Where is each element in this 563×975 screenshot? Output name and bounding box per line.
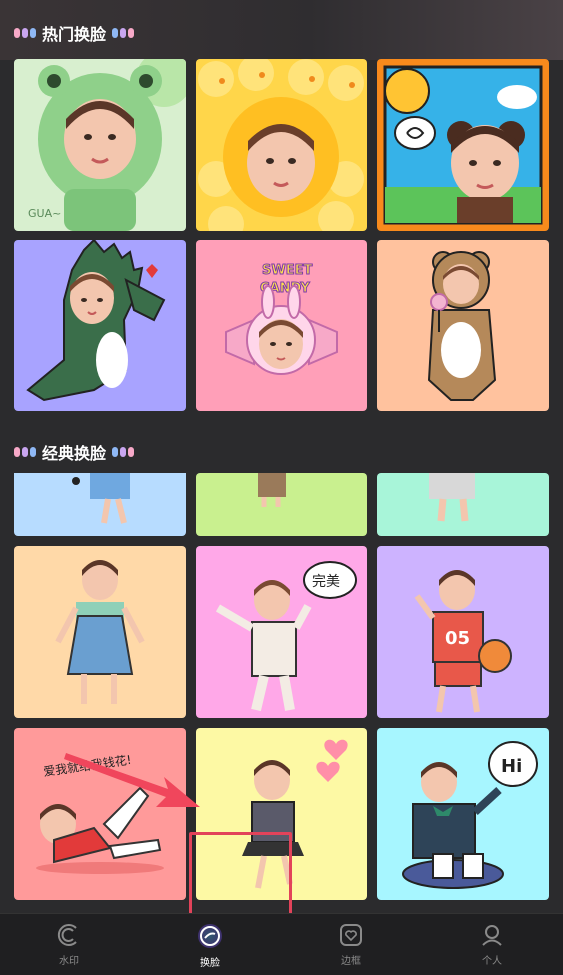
bottom-nav: 水印 换脸 边框 个人 [0,913,563,975]
title-decoration-right [112,28,135,38]
classic-grid[interactable]: 完美 05 爱我就给我钱花! Hi [0,473,563,913]
hot-item-frog[interactable]: GUA~ [14,59,186,231]
nav-label-profile: 个人 [482,956,502,967]
person-icon [482,925,502,946]
watermark-icon [57,924,77,946]
nav-item-frame[interactable]: 边框 [311,922,391,975]
title-decoration-left [14,447,36,457]
nav-item-profile[interactable]: 个人 [452,922,532,975]
nav-label-watermark: 水印 [59,956,79,967]
classic-item-school-girl[interactable] [196,728,367,900]
bubble-text-perfect: 完美 [312,574,340,590]
hot-item-bear-comic[interactable] [377,59,549,231]
nav-item-face-swap[interactable]: 换脸 [170,922,250,975]
title-decoration-left [14,28,36,38]
bubble-text-hi: Hi [501,756,522,777]
hot-item-duck[interactable] [196,59,367,231]
svg-text:GUA~: GUA~ [28,207,61,220]
title-decoration-right [112,447,135,457]
classic-item-partial-mint[interactable] [377,473,549,536]
hot-item-dinosaur[interactable] [14,240,186,411]
classic-section-label: 经典换脸 [42,444,107,463]
nav-item-watermark[interactable]: 水印 [29,922,109,975]
classic-item-rich-lying[interactable]: 爱我就给我钱花! [14,728,186,900]
classic-item-partial-green[interactable] [196,473,367,536]
jersey-number: 05 [445,628,470,649]
classic-item-perfect-boy[interactable]: 完美 [196,546,367,718]
classic-item-basketball[interactable]: 05 [377,546,549,718]
hot-item-sweet-candy[interactable]: SWEET CANDY [196,240,367,411]
hot-section-title: 热门换脸 [14,18,135,48]
classic-item-partial-blue[interactable] [14,473,186,536]
classic-item-hi-boy[interactable]: Hi [377,728,549,900]
hot-section-label: 热门换脸 [42,25,107,44]
nav-label-frame: 边框 [341,956,361,967]
heart-frame-icon [340,924,362,946]
classic-item-overalls-girl[interactable] [14,546,186,718]
classic-section-title: 经典换脸 [14,437,135,467]
hot-item-bear-lollipop[interactable] [377,240,549,411]
candy-text-sweet: SWEET [262,263,312,278]
nav-label-face-swap: 换脸 [200,958,220,969]
face-swap-icon [198,924,222,948]
